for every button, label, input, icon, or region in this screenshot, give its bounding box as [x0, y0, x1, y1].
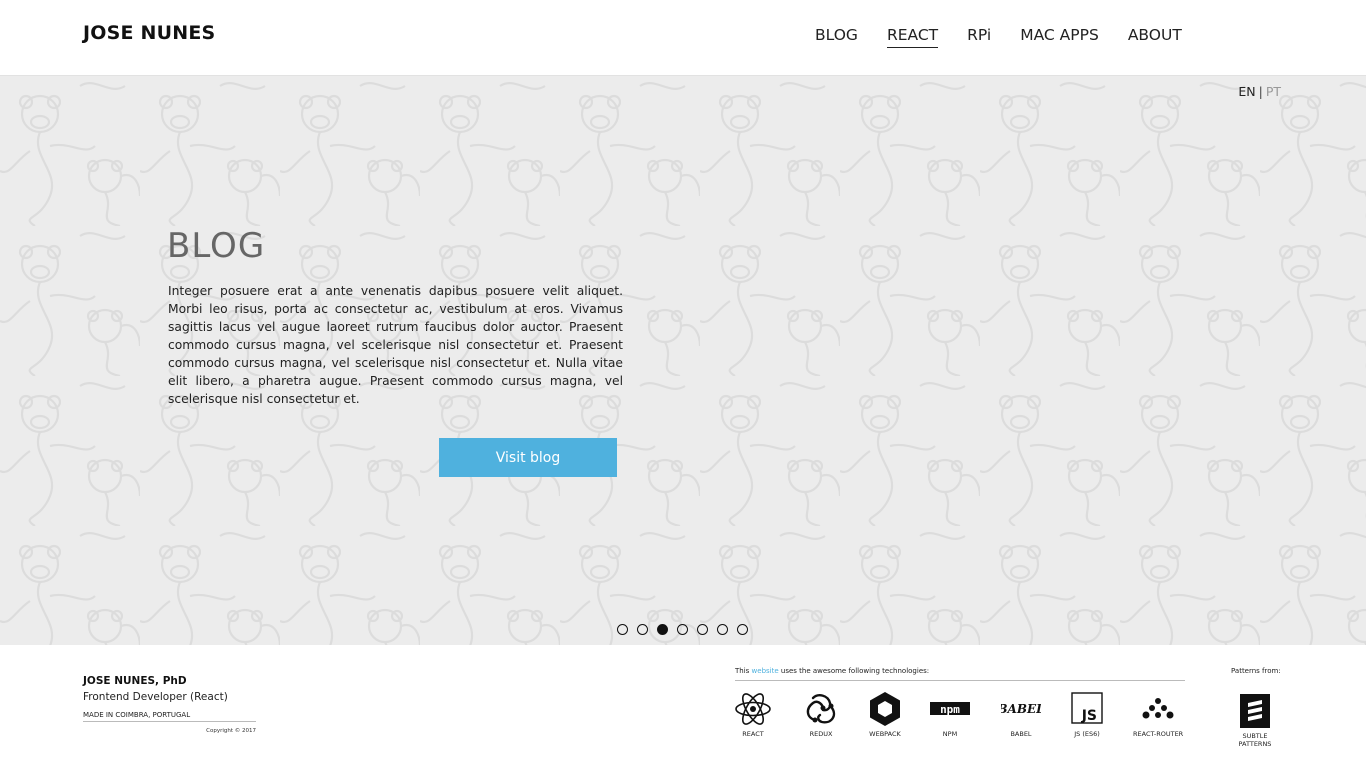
lang-en[interactable]: EN	[1238, 84, 1255, 99]
svg-text:npm: npm	[940, 703, 960, 716]
subtle-patterns-logo[interactable]	[1240, 694, 1270, 728]
slide-dot-4[interactable]	[677, 624, 688, 635]
tech-react-router[interactable]: REACT-ROUTER	[1133, 691, 1183, 738]
footer-copyright: Copyright © 2017	[206, 728, 256, 734]
js-icon: JS	[1071, 692, 1103, 724]
nav-item-about[interactable]: ABOUT	[1128, 26, 1182, 48]
tech-label: REDUX	[809, 730, 833, 738]
slide-dot-5[interactable]	[697, 624, 708, 635]
tech-label: REACT	[742, 730, 764, 738]
nav-item-react[interactable]: REACT	[886, 26, 939, 48]
slide-dot-1[interactable]	[617, 624, 628, 635]
technologies-heading: This website uses the awesome following …	[735, 667, 1185, 681]
footer-made-in: MADE IN COIMBRA, PORTUGAL	[83, 711, 256, 722]
website-link[interactable]: website	[752, 667, 779, 675]
slide-dot-2[interactable]	[637, 624, 648, 635]
technologies-suffix: uses the awesome following technologies:	[778, 667, 930, 675]
npm-icon: npm	[930, 702, 970, 716]
hero-title: BLOG	[167, 226, 266, 266]
redux-icon	[806, 694, 836, 724]
webpack-icon	[870, 692, 900, 726]
tech-label: REACT-ROUTER	[1133, 730, 1184, 738]
subtle-patterns-label: SUBTLE PATTERNS	[1230, 732, 1280, 748]
hero-description: Integer posuere erat a ante venenatis da…	[168, 284, 623, 406]
tech-label: JS (ES6)	[1074, 730, 1100, 738]
lang-pt[interactable]: PT	[1266, 84, 1281, 99]
language-switcher: EN | PT	[1238, 84, 1281, 99]
babel-icon: BABEL	[1001, 702, 1041, 716]
tech-react[interactable]: REACT	[733, 691, 773, 738]
site-brand[interactable]: JOSE NUNES	[83, 22, 215, 44]
main-nav: BLOG REACT RPi MAC APPS ABOUT	[815, 26, 1211, 48]
subtle-patterns-label-line-2: PATTERNS	[1238, 740, 1272, 748]
footer-role: Frontend Developer (React)	[83, 691, 228, 703]
visit-blog-button[interactable]: Visit blog	[439, 438, 617, 477]
tech-npm[interactable]: npm NPM	[930, 691, 970, 738]
tech-redux[interactable]: REDUX	[801, 691, 841, 738]
subtle-patterns-label-line-1: SUBTLE	[1242, 732, 1268, 740]
tech-webpack[interactable]: WEBPACK	[865, 691, 905, 738]
react-icon	[735, 693, 771, 725]
tech-js[interactable]: JS JS (ES6)	[1067, 691, 1107, 738]
technologies-prefix: This	[735, 667, 752, 675]
site-header: JOSE NUNES BLOG REACT RPi MAC APPS ABOUT	[0, 0, 1366, 76]
tech-label: WEBPACK	[869, 730, 901, 738]
tech-label: NPM	[942, 730, 958, 738]
react-router-icon	[1142, 698, 1174, 719]
footer-name: JOSE NUNES, PhD	[83, 675, 187, 687]
slide-dot-3[interactable]	[657, 624, 668, 635]
subtle-patterns-icon	[1248, 700, 1262, 721]
slider-pagination	[617, 624, 757, 635]
nav-item-rpi[interactable]: RPi	[967, 26, 991, 48]
slide-dot-6[interactable]	[717, 624, 728, 635]
nav-item-blog[interactable]: BLOG	[815, 26, 858, 48]
nav-item-mac-apps[interactable]: MAC APPS	[1020, 26, 1099, 48]
patterns-heading: Patterns from:	[1231, 667, 1281, 675]
site-footer: JOSE NUNES, PhD Frontend Developer (Reac…	[0, 645, 1366, 768]
lang-separator: |	[1258, 84, 1263, 99]
slide-dot-7[interactable]	[737, 624, 748, 635]
svg-text:BABEL: BABEL	[1001, 702, 1041, 716]
hero-section: EN | PT BLOG Integer posuere erat a ante v…	[0, 76, 1366, 645]
svg-text:JS: JS	[1081, 708, 1097, 724]
tech-label: BABEL	[1010, 730, 1032, 738]
tech-babel[interactable]: BABEL BABEL	[1001, 691, 1041, 738]
